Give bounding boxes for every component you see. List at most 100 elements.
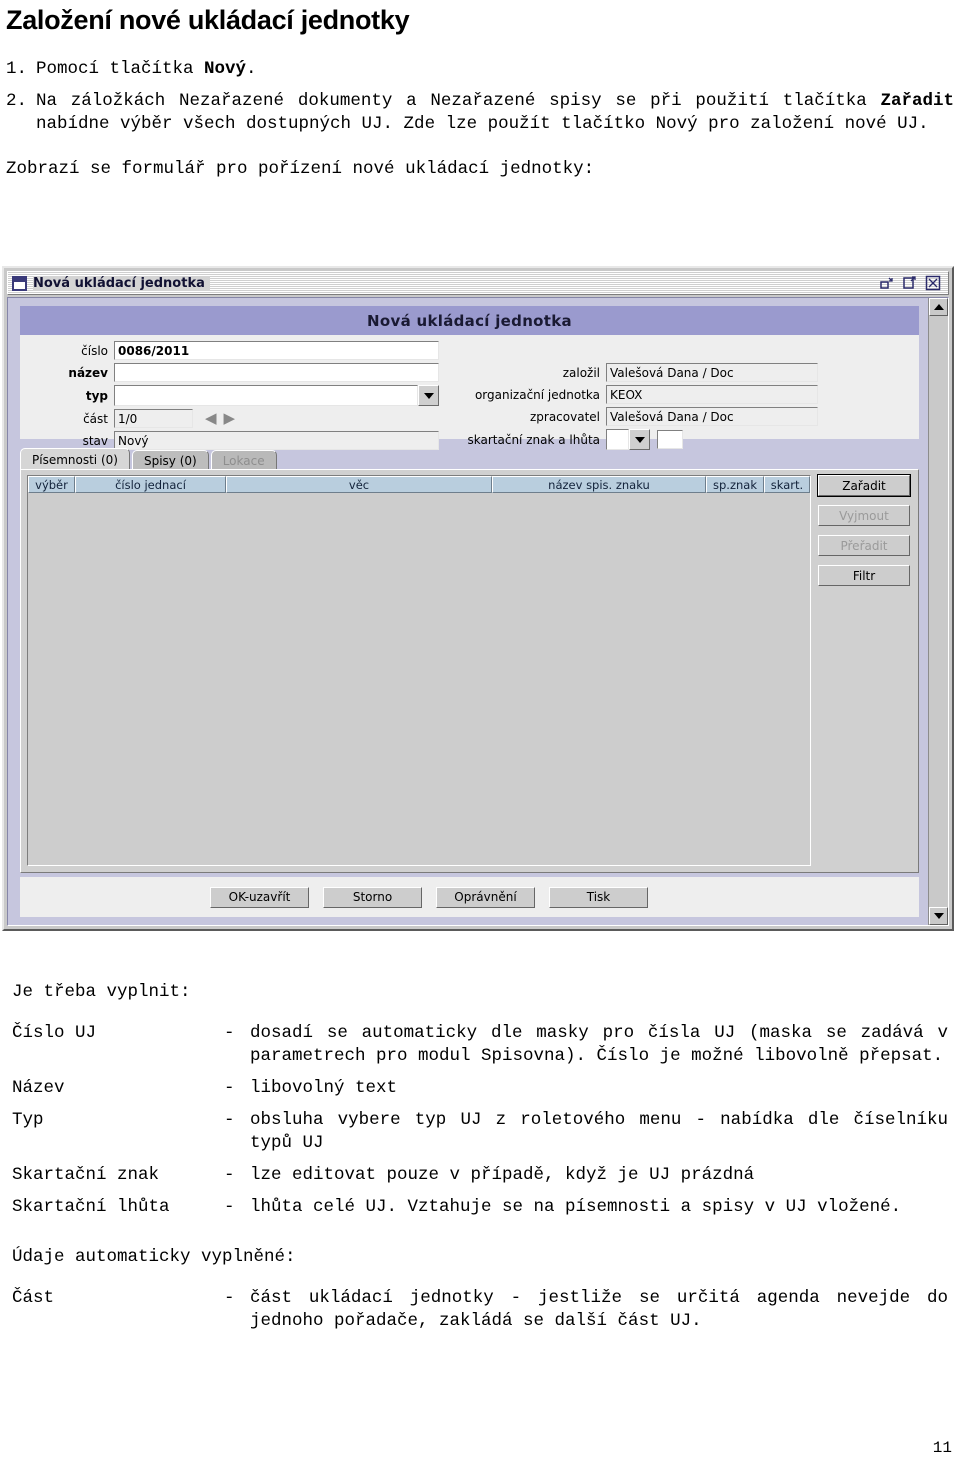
grid-body[interactable] <box>28 493 810 865</box>
typ-combo[interactable] <box>114 385 439 406</box>
dialog-title-text: Nová ukládací jednotka <box>33 275 210 291</box>
dialog-titlebar[interactable]: Nová ukládací jednotka <box>7 271 949 295</box>
step-item-2: 2. Na záložkách Nezařazené dokumenty a Ne… <box>6 90 954 136</box>
opravneni-button[interactable]: Oprávnění <box>436 886 535 908</box>
field-label-cast: část <box>83 411 108 426</box>
form-banner: Nová ukládací jednotka <box>20 306 919 335</box>
field-label-skartacni-znak-lhuta: skartační znak a lhůta <box>467 432 600 447</box>
defrow-dash: - <box>224 1288 235 1308</box>
auto-definition-list: Část - část ukládací jednotky - jestliže… <box>12 1287 948 1333</box>
chevron-down-icon[interactable] <box>629 429 650 450</box>
minimize-icon[interactable] <box>879 275 895 291</box>
fill-heading: Je třeba vyplnit: <box>12 982 191 1002</box>
titlebar-buttons <box>879 275 948 291</box>
zpracovatel-value: Valešová Dana / Doc <box>606 407 818 426</box>
step-text-bold: Zařadit <box>880 90 954 111</box>
cast-navigation: ◀ ▶ <box>205 411 235 426</box>
field-label-zpracovatel: zpracovatel <box>529 409 600 424</box>
field-label-organizacni-jednotka: organizační jednotka <box>474 387 600 402</box>
skartacni-znak-combo[interactable] <box>606 429 650 450</box>
step-text-bold: Nový <box>204 58 247 79</box>
scroll-down-arrow-icon[interactable] <box>929 907 948 925</box>
storno-button[interactable]: Storno <box>323 886 422 908</box>
prev-part-arrow-icon[interactable]: ◀ <box>205 411 217 426</box>
maximize-icon[interactable] <box>902 275 918 291</box>
filtr-button[interactable]: Filtr <box>818 565 910 586</box>
next-part-arrow-icon[interactable]: ▶ <box>224 411 236 426</box>
cislo-input[interactable]: 0086/2011 <box>114 341 439 360</box>
skartacni-znak-input[interactable] <box>606 429 629 450</box>
organizacni-jednotka-value: KEOX <box>606 385 818 404</box>
grid-col-nazev-spis-znaku[interactable]: název spis. znaku <box>492 476 706 493</box>
defrow-term: Typ <box>12 1110 44 1130</box>
embedded-screenshot: Nová ukládací jednotka Nová ukládací jed… <box>0 261 960 941</box>
tab-pisemnosti[interactable]: Písemnosti (0) <box>20 448 130 470</box>
step-text-before: Pomocí tlačítka <box>36 58 205 79</box>
field-cislo: číslo 0086/2011 <box>20 341 439 360</box>
grid-col-skart[interactable]: skart. <box>764 476 810 493</box>
defrow-term: Název <box>12 1078 65 1098</box>
defrow-skartacni-znak: Skartační znak - lze editovat pouze v př… <box>12 1164 948 1187</box>
typ-input[interactable] <box>114 385 418 406</box>
field-skartacni-znak-lhuta: skartační znak a lhůta <box>452 429 683 450</box>
grid-col-vyber[interactable]: výběr <box>28 476 75 493</box>
field-label-typ: typ <box>85 388 108 403</box>
dialog-body: Nová ukládací jednotka číslo 0086/2011 n… <box>7 297 949 926</box>
field-label-zalozil: založil <box>562 365 600 380</box>
nazev-input[interactable] <box>114 363 439 382</box>
form-panel: číslo 0086/2011 název typ část 1/0 ◀ ▶ s… <box>20 335 919 450</box>
grid-side-buttons: Zařadit Vyjmout Přeřadit Filtr <box>817 474 911 586</box>
grid-col-vec[interactable]: věc <box>226 476 492 493</box>
preradit-button: Přeřadit <box>818 535 910 556</box>
defrow-cast: Část - část ukládací jednotky - jestliže… <box>12 1287 948 1333</box>
defrow-dash: - <box>224 1078 235 1098</box>
defrow-term: Skartační lhůta <box>12 1197 170 1217</box>
field-typ: typ <box>20 385 439 406</box>
defrow-dash: - <box>224 1023 235 1043</box>
defrow-dash: - <box>224 1110 235 1130</box>
document-body: 1. Pomocí tlačítka Nový. 2. Na záložkách N… <box>6 58 954 181</box>
defrow-cislo-uj: Číslo UJ - dosadí se automaticky dle mas… <box>12 1022 948 1068</box>
field-label-nazev: název <box>68 365 108 380</box>
grid-col-sp-znak[interactable]: sp.znak <box>706 476 764 493</box>
defrow-desc: dosadí se automaticky dle masky pro čísl… <box>250 1023 948 1066</box>
step-text-part1: Na záložkách Nezařazené dokumenty a Neza… <box>36 90 881 111</box>
skartacni-lhuta-input[interactable] <box>657 430 683 449</box>
defrow-desc: lze editovat pouze v případě, když je UJ… <box>250 1165 755 1185</box>
lower-document-body: Je třeba vyplnit: Číslo UJ - dosadí se a… <box>12 981 948 1342</box>
tab-lokace: Lokace <box>210 450 277 470</box>
close-icon[interactable] <box>925 275 941 291</box>
chevron-down-icon[interactable] <box>418 385 439 406</box>
tabstrip: Písemnosti (0) Spisy (0) Lokace <box>20 448 919 470</box>
defrow-desc: část ukládací jednotky - jestliže se urč… <box>250 1288 948 1331</box>
grid-col-cislo-jednaci[interactable]: číslo jednací <box>75 476 226 493</box>
documents-grid[interactable]: výběr číslo jednací věc název spis. znak… <box>27 475 811 866</box>
defrow-term: Číslo UJ <box>12 1023 97 1043</box>
page-title: Založení nové ukládací jednotky <box>6 5 410 35</box>
auto-heading: Údaje automaticky vyplněné: <box>12 1247 296 1267</box>
field-organizacni-jednotka: organizační jednotka KEOX <box>452 385 818 404</box>
defrow-term: Část <box>12 1288 55 1308</box>
field-cast: část 1/0 ◀ ▶ <box>20 409 235 428</box>
scrollbar-track[interactable] <box>929 316 948 907</box>
step-number: 1. <box>6 58 28 79</box>
step-number: 2. <box>6 90 28 111</box>
tab-spisy[interactable]: Spisy (0) <box>131 450 209 470</box>
dialog-vertical-scrollbar[interactable] <box>928 298 948 925</box>
field-nazev: název <box>20 363 439 382</box>
zaradit-button[interactable]: Zařadit <box>817 474 911 497</box>
defrow-dash: - <box>224 1197 235 1217</box>
ok-uzavrit-button[interactable]: OK-uzavřít <box>210 886 309 908</box>
defrow-typ: Typ - obsluha vybere typ UJ z roletového… <box>12 1109 948 1155</box>
tisk-button[interactable]: Tisk <box>549 886 648 908</box>
intro-caption: Zobrazí se formulář pro pořízení nové uk… <box>6 158 595 179</box>
tab-panel: výběr číslo jednací věc název spis. znak… <box>20 469 919 873</box>
defrow-desc: obsluha vybere typ UJ z roletového menu … <box>250 1110 948 1153</box>
zalozil-value: Valešová Dana / Doc <box>606 363 818 382</box>
defrow-nazev: Název - libovolný text <box>12 1077 948 1100</box>
scroll-up-arrow-icon[interactable] <box>929 298 948 316</box>
defrow-skartacni-lhuta: Skartační lhůta - lhůta celé UJ. Vztahuj… <box>12 1196 948 1219</box>
step-item-1: 1. Pomocí tlačítka Nový. <box>6 58 954 81</box>
steps-list: 1. Pomocí tlačítka Nový. 2. Na záložkách N… <box>6 58 954 136</box>
defrow-desc: libovolný text <box>250 1078 398 1098</box>
